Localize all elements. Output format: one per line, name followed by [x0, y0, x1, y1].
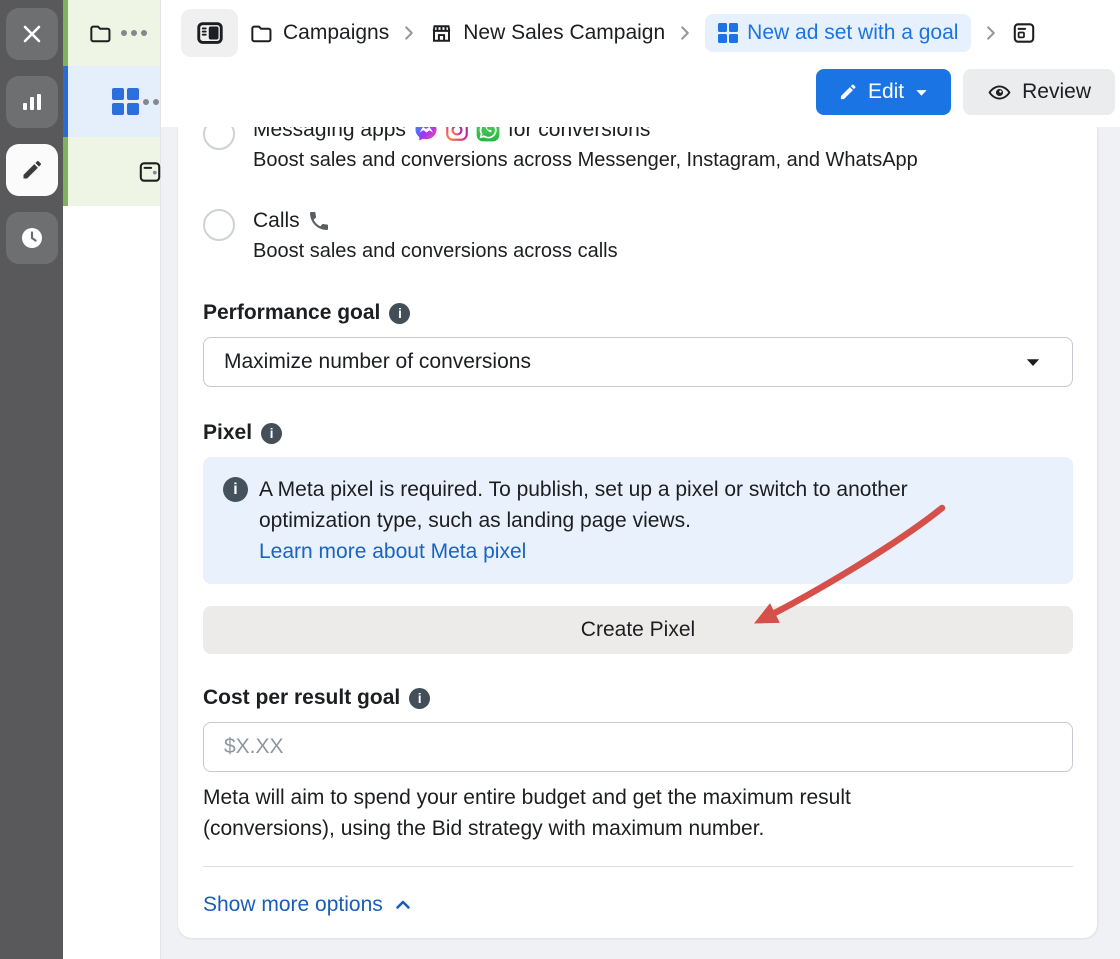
pixel-label: Pixel i [203, 421, 1073, 445]
main-panel: Campaigns New Sales Campaign New ad [161, 0, 1120, 959]
folder-icon [88, 21, 113, 46]
cost-per-result-input[interactable] [203, 722, 1073, 772]
ad-icon [1011, 20, 1037, 46]
top-bar: Campaigns New Sales Campaign New ad [161, 0, 1120, 127]
goal-option-text: Messaging apps [253, 127, 918, 174]
goal-option-title: Calls [253, 206, 300, 236]
goal-option-calls: Calls Boost sales and conversions across… [203, 206, 1073, 265]
sidebar-item-ad[interactable] [63, 137, 160, 206]
adset-menu-icon[interactable] [143, 99, 159, 105]
goal-option-text: Calls Boost sales and conversions across… [253, 206, 618, 265]
breadcrumb-campaigns[interactable]: Campaigns [249, 21, 389, 46]
info-icon[interactable]: i [389, 303, 410, 324]
messaging-app-icons [413, 127, 501, 143]
breadcrumb: Campaigns New Sales Campaign New ad [161, 0, 1120, 58]
eye-icon [987, 80, 1012, 105]
chevron-right-icon [400, 24, 418, 42]
structure-sidebar [63, 0, 161, 959]
close-icon [20, 22, 44, 46]
pixel-required-notice: i A Meta pixel is required. To publish, … [203, 457, 1073, 584]
chevron-up-icon [393, 895, 413, 915]
goal-option-title: Messaging apps [253, 127, 406, 145]
review-button-label: Review [1022, 80, 1091, 104]
info-icon[interactable]: i [261, 423, 282, 444]
whatsapp-icon [475, 127, 501, 143]
chevron-right-icon [982, 24, 1000, 42]
bar-chart-icon [19, 89, 45, 115]
breadcrumb-campaign-name[interactable]: New Sales Campaign [429, 21, 665, 46]
clock-icon [18, 224, 46, 252]
review-button[interactable]: Review [963, 69, 1115, 115]
messenger-icon [413, 127, 439, 143]
create-pixel-button[interactable]: Create Pixel [203, 606, 1073, 654]
pixel-notice-text: A Meta pixel is required. To publish, se… [259, 478, 908, 532]
performance-goal-label-text: Performance goal [203, 301, 380, 325]
adset-settings-scroll-area: Messaging apps [161, 127, 1120, 959]
caret-down-icon [1024, 353, 1042, 371]
goal-option-desc: Boost sales and conversions across Messe… [253, 147, 918, 174]
adset-grid-icon [112, 88, 139, 115]
show-more-options-label: Show more options [203, 893, 383, 917]
edit-button-label: Edit [868, 80, 904, 104]
folder-icon [249, 21, 274, 46]
sidebar-item-campaign[interactable] [63, 0, 160, 66]
conversion-settings-card: Messaging apps [178, 127, 1098, 938]
cost-help-text: Meta will aim to spend your entire budge… [203, 782, 948, 844]
grid-icon [718, 23, 738, 43]
info-icon: i [223, 477, 248, 502]
storefront-icon [429, 21, 454, 46]
ad-accent-bar [63, 137, 68, 206]
show-more-options-link[interactable]: Show more options [203, 893, 413, 917]
chevron-right-icon [676, 24, 694, 42]
adset-accent-bar [63, 66, 68, 137]
cost-per-result-label: Cost per result goal i [203, 686, 1073, 710]
performance-goal-value: Maximize number of conversions [224, 350, 531, 374]
section-divider [203, 866, 1073, 867]
history-button[interactable] [6, 212, 58, 264]
pixel-label-text: Pixel [203, 421, 252, 445]
edit-tool-button[interactable] [6, 144, 58, 196]
ads-manager-app: Campaigns New Sales Campaign New ad [0, 0, 1120, 959]
breadcrumb-label: New Sales Campaign [463, 21, 665, 45]
messaging-apps-radio[interactable] [203, 127, 235, 150]
ad-icon [137, 159, 163, 185]
campaign-accent-bar [63, 0, 68, 66]
pencil-icon [20, 158, 44, 182]
pencil-icon [838, 82, 858, 102]
campaign-menu-icon[interactable] [121, 30, 147, 36]
info-icon[interactable]: i [409, 688, 430, 709]
caret-down-icon [914, 85, 929, 100]
cost-per-result-label-text: Cost per result goal [203, 686, 400, 710]
learn-more-link[interactable]: Learn more about Meta pixel [259, 536, 526, 567]
performance-goal-select[interactable]: Maximize number of conversions [203, 337, 1073, 387]
action-buttons: Edit Review [816, 69, 1115, 115]
breadcrumb-adset-name[interactable]: New ad set with a goal [705, 14, 971, 52]
performance-goal-label: Performance goal i [203, 301, 1073, 325]
instagram-icon [444, 127, 470, 143]
goal-option-title-suffix: for conversions [508, 127, 650, 145]
calls-radio[interactable] [203, 209, 235, 241]
goal-option-desc: Boost sales and conversions across calls [253, 238, 618, 265]
sidebar-toggle-icon [195, 18, 225, 48]
sidebar-item-adset[interactable] [63, 66, 160, 137]
insights-button[interactable] [6, 76, 58, 128]
breadcrumb-label: Campaigns [283, 21, 389, 45]
left-icon-rail [0, 0, 63, 959]
breadcrumb-label: New ad set with a goal [747, 21, 958, 45]
edit-button[interactable]: Edit [816, 69, 951, 115]
close-button[interactable] [6, 8, 58, 60]
sidebar-toggle-button[interactable] [181, 9, 238, 57]
goal-option-messaging-apps: Messaging apps [203, 127, 1073, 174]
phone-icon [307, 209, 331, 233]
